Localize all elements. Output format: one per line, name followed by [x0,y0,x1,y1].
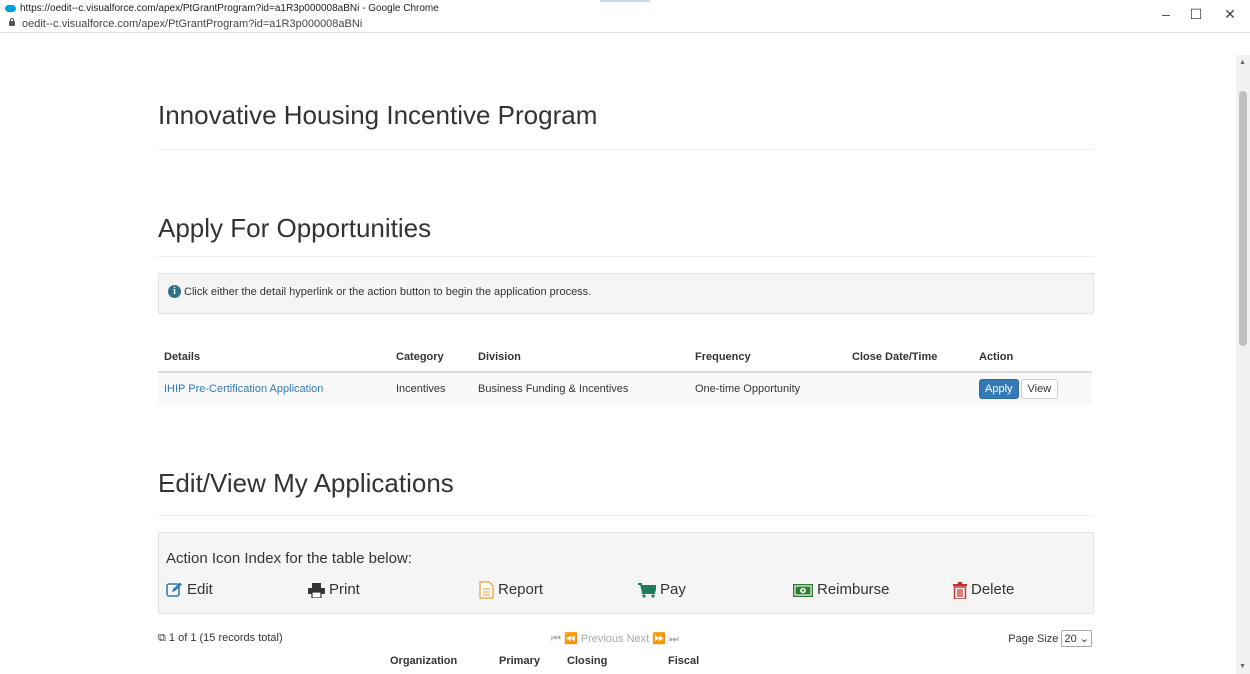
window-title-row: https://oedit--c.visualforce.com/apex/Pt… [0,0,1250,17]
pay-label: Pay [660,581,686,598]
pager-summary-text: 1 of 1 (15 records total) [168,632,283,644]
previous-icon[interactable]: ⏪ [564,633,578,645]
opportunity-detail-link[interactable]: IHIP Pre-Certification Application [164,383,323,395]
page-size-label: Page Size [1008,633,1059,645]
column-header-organization: Organization [390,655,458,667]
icon-index-print: Print [308,581,360,598]
icon-index-pay: Pay [638,581,686,598]
page-size: Page Size 20 ⌄ [1008,630,1092,647]
cart-icon [638,582,656,598]
chevron-down-icon: ⌄ [1079,633,1089,645]
address-bar[interactable]: oedit--c.visualforce.com/apex/PtGrantPro… [22,18,362,30]
print-label: Print [329,581,360,598]
frequency-cell: One-time Opportunity [689,372,846,405]
icon-index-report: Report [479,581,543,599]
apply-button[interactable]: Apply [979,379,1019,399]
page-size-value: 20 [1064,633,1077,645]
page-size-select[interactable]: 20 ⌄ [1061,630,1092,647]
print-icon [308,582,325,598]
divider [158,256,1094,257]
action-icon-index: Action Icon Index for the table below: E… [158,532,1094,614]
info-text: Click either the detail hyperlink or the… [184,286,592,298]
money-icon [793,583,813,597]
first-page-icon[interactable]: ⏮ [551,633,561,645]
browser-titlebar: https://oedit--c.visualforce.com/apex/Pt… [0,0,1250,33]
trash-icon [953,581,967,599]
column-header-frequency: Frequency [689,343,846,373]
scroll-thumb[interactable] [1239,91,1247,346]
edit-icon [166,582,182,597]
table-row: IHIP Pre-Certification Application Incen… [158,372,1092,405]
previous-link[interactable]: Previous [581,633,624,645]
column-header-close-date: Close Date/Time [846,343,973,373]
category-cell: Incentives [390,372,472,405]
info-alert: i Click either the detail hyperlink or t… [158,273,1094,314]
action-cell: Apply View [973,372,1092,405]
lock-icon [9,18,15,26]
column-header-closing: Closing [567,655,608,667]
icon-index-delete: Delete [953,581,1014,599]
details-cell: IHIP Pre-Certification Application [158,372,390,405]
division-cell: Business Funding & Incentives [472,372,689,405]
icon-index-title: Action Icon Index for the table below: [166,550,412,567]
address-row: oedit--c.visualforce.com/apex/PtGrantPro… [0,17,1250,33]
report-label: Report [498,581,544,598]
scroll-down-arrow-icon[interactable]: ▼ [1239,663,1246,670]
next-link[interactable]: Next [627,633,650,645]
info-icon: i [168,285,181,298]
view-button[interactable]: View [1020,379,1059,399]
apply-heading: Apply For Opportunities [158,213,432,243]
scroll-up-arrow-icon[interactable]: ▲ [1239,59,1246,66]
close-date-cell [846,372,973,405]
divider [158,515,1094,516]
column-header-category: Category [390,343,472,373]
delete-label: Delete [971,581,1015,598]
table-header-row: Details Category Division Frequency Clos… [158,343,1092,373]
column-header-action: Action [973,343,1092,373]
close-button[interactable]: ✕ [1212,0,1248,28]
column-header-primary: Primary [499,655,540,667]
icon-index-edit: Edit [166,581,213,598]
report-icon [479,581,494,599]
column-header-fiscal: Fiscal [668,655,700,667]
edit-label: Edit [187,581,213,598]
column-header-division: Division [472,343,689,373]
copy-icon: ⧉ [158,632,166,644]
divider [158,149,1094,150]
window-title: https://oedit--c.visualforce.com/apex/Pt… [20,3,439,14]
page-title: Innovative Housing Incentive Program [158,100,598,130]
last-page-icon[interactable]: ⏭ [669,633,679,645]
my-applications-heading: Edit/View My Applications [158,468,454,498]
scrollbar[interactable]: ▲ ▼ [1236,55,1250,674]
pager-nav: ⏮ ⏪ Previous Next ⏩ ⏭ [551,632,679,646]
pager-summary: ⧉ 1 of 1 (15 records total) [158,632,283,645]
reimburse-label: Reimburse [817,581,890,598]
salesforce-icon [5,5,16,12]
maximize-button[interactable]: ☐ [1178,0,1214,28]
icon-index-reimburse: Reimburse [793,581,890,598]
opportunities-table: Details Category Division Frequency Clos… [158,343,1092,405]
next-icon[interactable]: ⏩ [652,633,666,645]
column-header-details: Details [158,343,390,373]
